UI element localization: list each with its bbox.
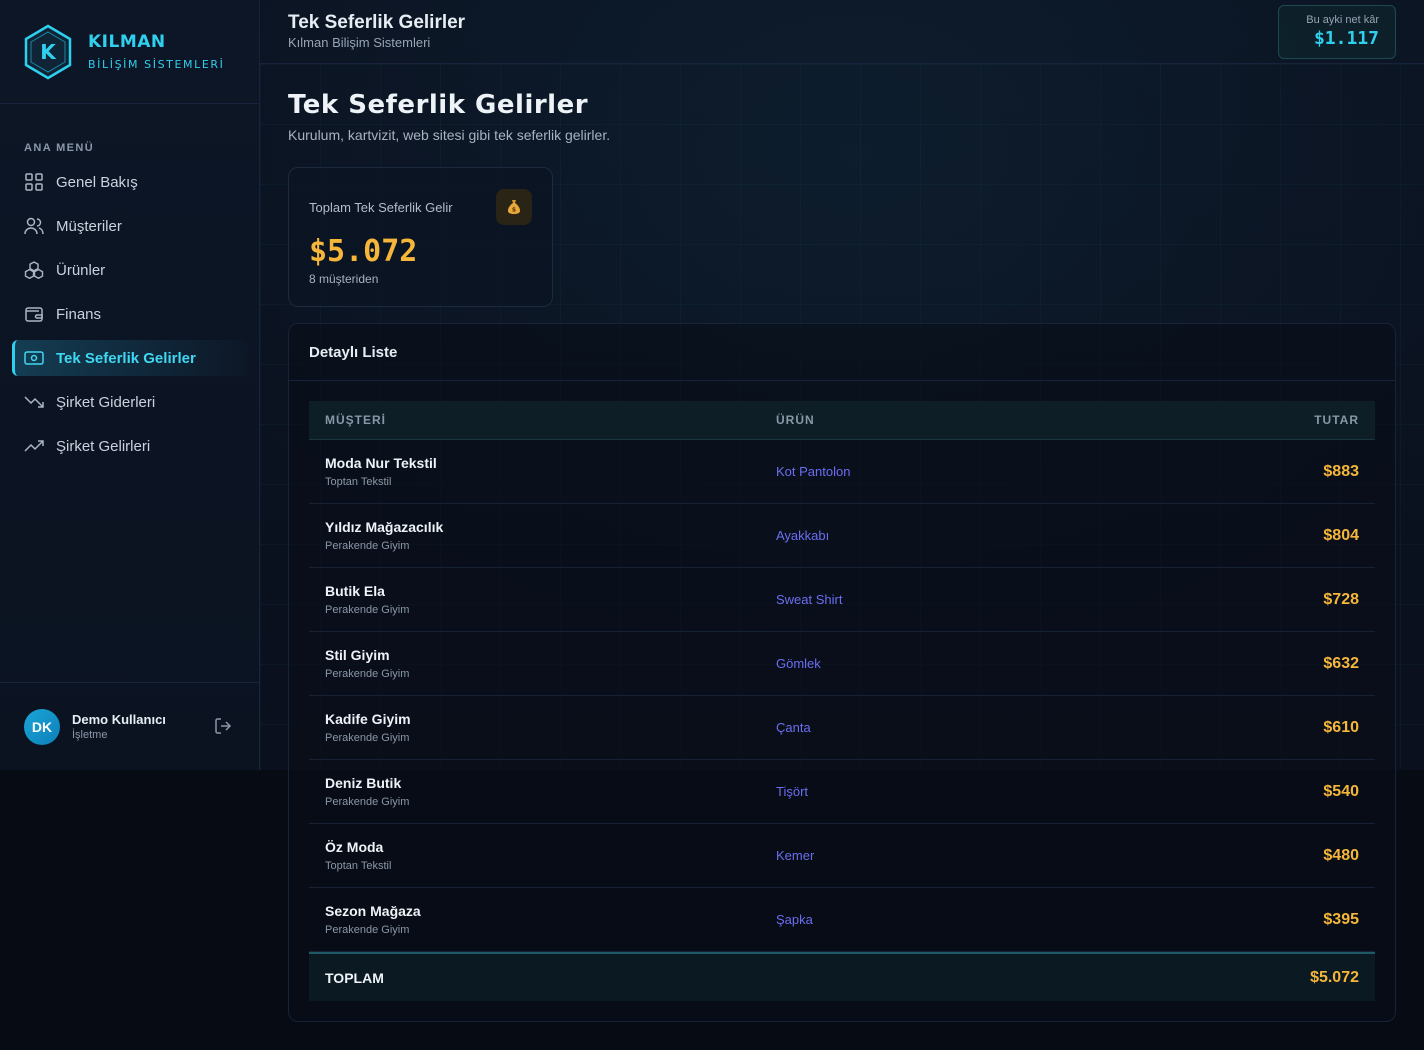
divider (289, 380, 1395, 381)
stat-note: 8 müşteriden (309, 272, 379, 286)
table-row[interactable]: Moda Nur Tekstil Toptan Tekstil Kot Panto… (309, 440, 1375, 504)
header-subtitle: Kılman Bilişim Sistemleri (288, 35, 431, 50)
table-total-row: TOPLAM $5.072 (309, 952, 1375, 1001)
sidebar-item-label: Tek Seferlik Gelirler (56, 349, 196, 367)
sidebar-item-label: Müşteriler (56, 217, 122, 235)
customer-name: Yıldız Mağazacılık (325, 519, 444, 535)
boxes-icon (24, 260, 44, 280)
sidebar-item-sirket-gelirleri[interactable]: Şirket Gelirleri (12, 428, 248, 464)
product-name: Şapka (776, 912, 813, 927)
customer-type: Perakende Giyim (325, 796, 410, 808)
monthly-profit-badge: Bu ayki net kâr $1.117 (1278, 5, 1396, 59)
column-header-amount[interactable]: TUTAR (1216, 413, 1375, 427)
banknote-icon (24, 348, 44, 368)
users-icon (24, 216, 44, 236)
sidebar-item-musteriler[interactable]: Müşteriler (12, 208, 248, 244)
user-profile: DK Demo Kullanıcı İşletme (0, 682, 259, 770)
sidebar-item-label: Şirket Gelirleri (56, 437, 151, 455)
svg-text:$: $ (512, 207, 516, 214)
product-name: Çanta (776, 720, 811, 735)
table-row[interactable]: Öz Moda Toptan Tekstil Kemer $480 (309, 824, 1375, 888)
amount: $540 (1323, 782, 1359, 800)
amount: $632 (1323, 654, 1359, 672)
amount: $480 (1323, 846, 1359, 864)
customer-name: Butik Ela (325, 583, 385, 599)
sidebar-item-genel-bakis[interactable]: Genel Bakış (12, 164, 248, 200)
product-name: Gömlek (776, 656, 821, 671)
customer-type: Perakende Giyim (325, 732, 410, 744)
total-income-card: Toplam Tek Seferlik Gelir $ $5.072 8 müş… (288, 167, 553, 307)
menu-heading: ANA MENÜ (24, 142, 95, 154)
page-subtitle: Kurulum, kartvizit, web sitesi gibi tek … (288, 127, 611, 143)
grid-icon (24, 172, 44, 192)
amount: $610 (1323, 718, 1359, 736)
customer-type: Toptan Tekstil (325, 476, 392, 488)
customer-name: Deniz Butik (325, 775, 402, 791)
brand[interactable]: K KILMAN BİLİŞİM SİSTEMLERİ (0, 0, 259, 104)
hexagon-logo-icon: K (24, 24, 72, 80)
table-row[interactable]: Yıldız Mağazacılık Perakende Giyim Ayakka… (309, 504, 1375, 568)
top-header: Tek Seferlik Gelirler Kılman Bilişim Sis… (260, 0, 1424, 64)
table-row[interactable]: Butik Ela Perakende Giyim Sweat Shirt $72… (309, 568, 1375, 632)
sidebar-item-finans[interactable]: Finans (12, 296, 248, 332)
customer-type: Toptan Tekstil (325, 860, 392, 872)
sidebar-item-label: Genel Bakış (56, 173, 138, 191)
list-title: Detaylı Liste (309, 344, 398, 361)
table-row[interactable]: Stil Giyim Perakende Giyim Gömlek $632 (309, 632, 1375, 696)
avatar[interactable]: DK (24, 708, 60, 745)
amount: $395 (1323, 910, 1359, 928)
header-title: Tek Seferlik Gelirler (288, 12, 466, 33)
brand-subtitle: BİLİŞİM SİSTEMLERİ (88, 58, 225, 71)
svg-text:K: K (40, 40, 57, 64)
product-name: Ayakkabı (776, 528, 830, 543)
page-title: Tek Seferlik Gelirler (288, 90, 589, 120)
sidebar-item-urunler[interactable]: Ürünler (12, 252, 248, 288)
money-bag-icon: $ (496, 189, 532, 225)
total-value: $5.072 (1310, 968, 1359, 986)
column-header-product[interactable]: ÜRÜN (776, 413, 1216, 427)
product-name: Kemer (776, 848, 815, 863)
amount: $804 (1323, 526, 1359, 544)
amount: $728 (1323, 590, 1359, 608)
customer-type: Perakende Giyim (325, 540, 410, 552)
logout-icon[interactable] (214, 717, 232, 735)
stat-label: Toplam Tek Seferlik Gelir (309, 200, 453, 215)
customer-name: Sezon Mağaza (325, 903, 421, 919)
table-row[interactable]: Kadife Giyim Perakende Giyim Çanta $610 (309, 696, 1375, 760)
trending-up-icon (24, 436, 44, 456)
stat-value: $5.072 (309, 234, 418, 269)
wallet-icon (24, 304, 44, 324)
customer-type: Perakende Giyim (325, 668, 410, 680)
brand-name: KILMAN (88, 32, 166, 52)
amount: $883 (1323, 462, 1359, 480)
user-role: İşletme (72, 729, 108, 741)
column-header-customer[interactable]: MÜŞTERİ (309, 413, 776, 427)
profit-value: $1.117 (1313, 28, 1379, 49)
sidebar-item-label: Ürünler (56, 261, 106, 279)
customer-name: Stil Giyim (325, 647, 390, 663)
table-row[interactable]: Deniz Butik Perakende Giyim Tişört $540 (309, 760, 1375, 824)
product-name: Kot Pantolon (776, 464, 851, 479)
customer-name: Kadife Giyim (325, 711, 411, 727)
total-label: TOPLAM (325, 969, 384, 986)
product-name: Tişört (776, 784, 809, 799)
product-name: Sweat Shirt (776, 592, 843, 607)
sidebar-item-label: Şirket Giderleri (56, 393, 156, 411)
trending-down-icon (24, 392, 44, 412)
customer-name: Moda Nur Tekstil (325, 455, 437, 471)
customer-type: Perakende Giyim (325, 604, 410, 616)
profit-label: Bu ayki net kâr (1306, 14, 1379, 26)
user-name: Demo Kullanıcı (72, 712, 166, 727)
sidebar: K KILMAN BİLİŞİM SİSTEMLERİ ANA MENÜ Gen… (0, 0, 260, 770)
sidebar-item-tek-seferlik-gelirler[interactable]: Tek Seferlik Gelirler (12, 340, 248, 376)
table-header: MÜŞTERİ ÜRÜN TUTAR (309, 401, 1375, 440)
table-row[interactable]: Sezon Mağaza Perakende Giyim Şapka $395 (309, 888, 1375, 952)
customer-type: Perakende Giyim (325, 924, 410, 936)
sidebar-item-label: Finans (56, 305, 102, 323)
income-table: MÜŞTERİ ÜRÜN TUTAR Moda Nur Tekstil Topta… (309, 401, 1375, 1001)
sidebar-item-sirket-giderleri[interactable]: Şirket Giderleri (12, 384, 248, 420)
main-menu: Genel Bakış Müşteriler Ürünler Finans Te… (12, 164, 248, 472)
customer-name: Öz Moda (325, 839, 384, 855)
detail-list-card: Detaylı Liste MÜŞTERİ ÜRÜN TUTAR Moda Nu… (288, 323, 1396, 1022)
